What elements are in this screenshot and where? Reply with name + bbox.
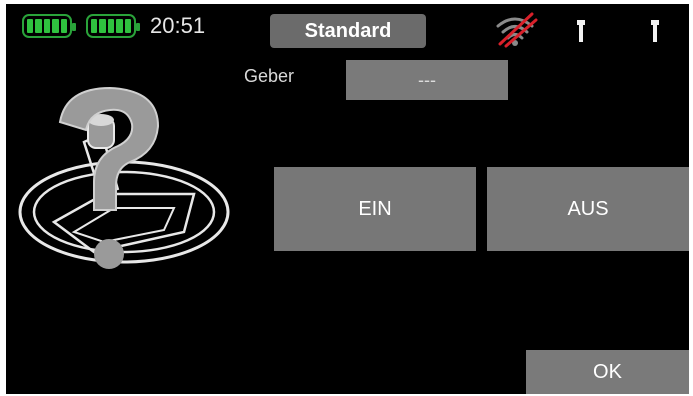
ok-button[interactable]: OK: [526, 350, 689, 394]
ein-button[interactable]: EIN: [274, 167, 476, 251]
aus-button[interactable]: AUS: [487, 167, 689, 251]
geber-label: Geber: [244, 66, 295, 86]
model-name-button[interactable]: Standard: [270, 14, 426, 48]
stick-question-mark-icon: [18, 86, 230, 269]
wireless-off-icon[interactable]: [492, 10, 538, 48]
trim-icon[interactable]: [648, 18, 662, 44]
trim-icon[interactable]: [574, 18, 588, 44]
geber-select-field[interactable]: ---: [346, 60, 508, 100]
rx-battery-icon: [86, 14, 140, 38]
transmitter-screen: 20:51 Standard Geber --- EIN AUS OK: [6, 4, 689, 394]
tx-battery-icon: [22, 14, 76, 38]
clock: 20:51: [150, 13, 206, 38]
